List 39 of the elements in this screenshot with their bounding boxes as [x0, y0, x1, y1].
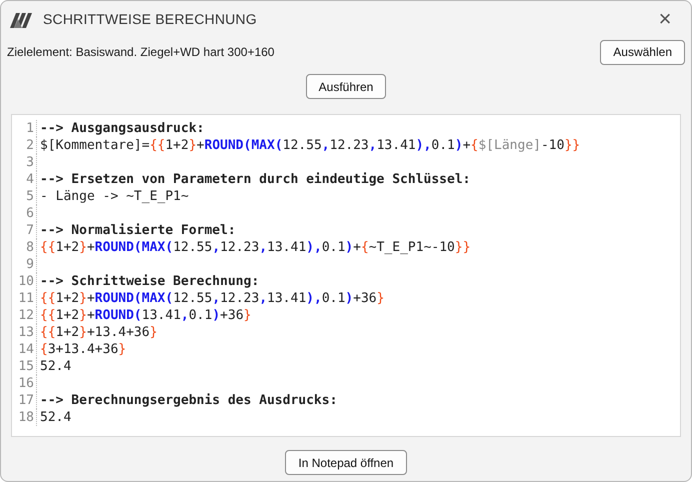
close-button[interactable]: × [647, 4, 683, 34]
open-in-notepad-button[interactable]: In Notepad öffnen [285, 450, 407, 475]
line-number: 7 [12, 222, 37, 239]
line-number: 6 [12, 205, 37, 222]
line-number: 8 [12, 239, 37, 256]
code-line: --> Schrittweise Berechnung: [40, 273, 260, 290]
logo-icon [10, 10, 34, 28]
line-number: 10 [12, 273, 37, 290]
line-number: 2 [12, 137, 37, 154]
line-number: 11 [12, 290, 37, 307]
run-button[interactable]: Ausführen [306, 74, 386, 99]
window-title: SCHRITTWEISE BERECHNUNG [43, 11, 258, 27]
line-number: 13 [12, 324, 37, 341]
line-number: 14 [12, 341, 37, 358]
line-number: 1 [12, 120, 37, 137]
line-number: 17 [12, 392, 37, 409]
line-number: 9 [12, 256, 37, 273]
code-line: 52.4 [40, 358, 72, 375]
code-line: $[Kommentare]={{1+2}+ROUND(MAX(12.55,12.23,13.41),0.1)+{$[Länge]-10}} [40, 137, 580, 154]
line-number: 12 [12, 307, 37, 324]
code-line: {{1+2}+ROUND(MAX(12.55,12.23,13.41),0.1)+36} [40, 290, 384, 307]
line-number: 18 [12, 409, 37, 426]
code-line: 52.4 [40, 409, 72, 426]
code-line: {3+13.4+36} [40, 341, 126, 358]
code-line: --> Normalisierte Formel: [40, 222, 236, 239]
code-line: {{1+2}+13.4+36} [40, 324, 158, 341]
line-number: 15 [12, 358, 37, 375]
code-line: {{1+2}+ROUND(MAX(12.55,12.23,13.41),0.1)+{~T_E_P1~-10}} [40, 239, 471, 256]
line-number: 3 [12, 154, 37, 171]
code-line: --> Ausgangsausdruck: [40, 120, 204, 137]
line-number: 5 [12, 188, 37, 205]
select-button[interactable]: Auswählen [600, 40, 685, 64]
code-line: - Länge -> ~T_E_P1~ [40, 188, 189, 205]
code-line: --> Ersetzen von Parametern durch eindeutige Schlüssel: [40, 171, 470, 188]
line-number: 16 [12, 375, 37, 392]
code-line: {{1+2}+ROUND(13.41,0.1)+36} [40, 307, 252, 324]
line-number: 4 [12, 171, 37, 188]
code-line: --> Berechnungsergebnis des Ausdrucks: [40, 392, 338, 409]
target-element-label: Zielelement: Basiswand. Ziegel+WD hart 300+160 [7, 45, 274, 59]
